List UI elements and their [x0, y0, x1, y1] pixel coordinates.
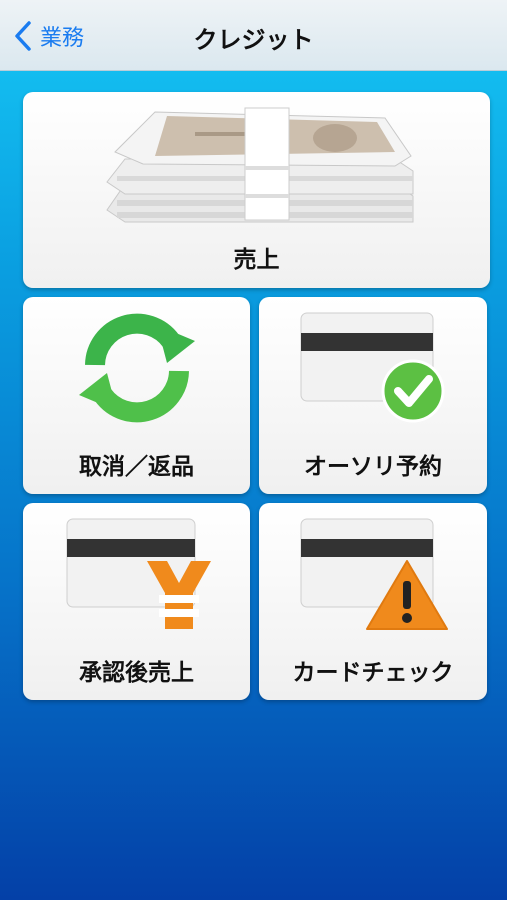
banknote-stack-icon [106, 107, 414, 223]
sales-button[interactable]: 売上 [23, 92, 490, 288]
refresh-arrows-icon [79, 313, 195, 423]
sales-label: 売上 [233, 247, 280, 273]
card-check-button[interactable]: カードチェック [259, 503, 487, 700]
card-yen-icon [66, 518, 211, 629]
card-check-label: カードチェック [292, 660, 454, 686]
authorization-button[interactable]: オーソリ予約 [259, 297, 487, 494]
navigation-bar: 業務 クレジット [0, 0, 507, 71]
card-warning-icon [300, 518, 448, 630]
authorization-label: オーソリ予約 [304, 454, 442, 480]
post-auth-sale-label: 承認後売上 [79, 660, 194, 686]
page-title: クレジット [193, 26, 314, 54]
void-return-button[interactable]: 取消／返品 [23, 297, 250, 494]
void-return-label: 取消／返品 [79, 454, 194, 480]
card-checkmark-icon [300, 312, 445, 423]
post-auth-sale-button[interactable]: 承認後売上 [23, 503, 250, 700]
